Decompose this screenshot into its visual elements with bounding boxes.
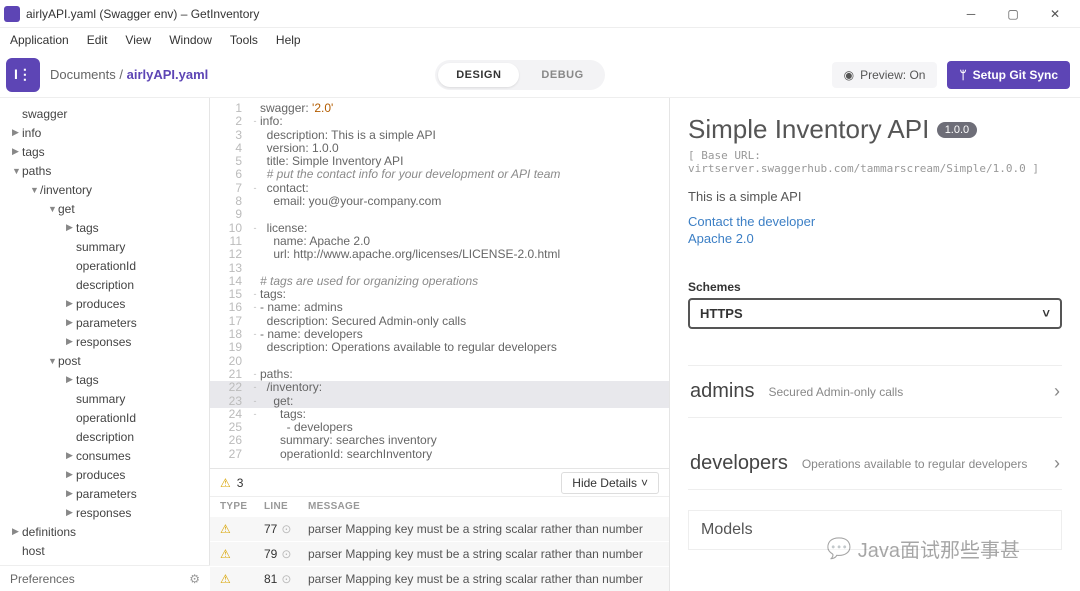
menu-help[interactable]: Help [268,31,309,49]
tree-host[interactable]: host [0,541,209,560]
tree-tags[interactable]: ▶tags [0,370,209,389]
schemes-label: Schemes [688,280,1062,294]
tree-summary[interactable]: summary [0,389,209,408]
tree-responses[interactable]: ▶responses [0,332,209,351]
menu-tools[interactable]: Tools [222,31,266,49]
eye-icon: ◉ [844,68,854,82]
mode-switch: DESIGN DEBUG [435,60,604,90]
tag-developers[interactable]: developersOperations available to regula… [688,438,1062,490]
breadcrumb-sep: / [119,67,123,82]
scheme-select[interactable]: HTTPS ˅ [688,298,1062,329]
menu-application[interactable]: Application [2,31,77,49]
preview-toggle[interactable]: ◉ Preview: On [832,62,938,88]
license-link[interactable]: Apache 2.0 [688,231,1062,246]
code-editor[interactable]: 1swagger: '2.0'2-info:3 description: Thi… [210,98,669,468]
tree-tags[interactable]: ▶tags [0,218,209,237]
tree-parameters[interactable]: ▶parameters [0,484,209,503]
gear-icon: ⚙ [189,572,200,586]
sidebar: swagger▶info▶tags▼paths▼/inventory▼get▶t… [0,98,210,591]
menu-edit[interactable]: Edit [79,31,116,49]
tag-admins[interactable]: adminsSecured Admin-only calls› [688,365,1062,418]
contact-link[interactable]: Contact the developer [688,214,1062,229]
tree-description[interactable]: description [0,427,209,446]
toolbar: I⋮ Documents / airlyAPI.yaml DESIGN DEBU… [0,52,1080,98]
titlebar: airlyAPI.yaml (Swagger env) – GetInvento… [0,0,1080,28]
problems-header: TYPE LINE MESSAGE [210,496,669,516]
breadcrumb-current[interactable]: airlyAPI.yaml [127,67,209,82]
chevron-down-icon: ˅ [641,476,648,490]
setup-git-button[interactable]: ᛘ Setup Git Sync [947,61,1070,89]
maximize-button[interactable]: ▢ [992,0,1034,28]
tree-parameters[interactable]: ▶parameters [0,313,209,332]
app-icon [4,6,20,22]
tree-swagger[interactable]: swagger [0,104,209,123]
tree-operationId[interactable]: operationId [0,408,209,427]
tree-consumes[interactable]: ▶consumes [0,446,209,465]
tree-get[interactable]: ▼get [0,199,209,218]
breadcrumb-root[interactable]: Documents [50,67,116,82]
tree-description[interactable]: description [0,275,209,294]
menubar: ApplicationEditViewWindowToolsHelp [0,28,1080,52]
tree-paths[interactable]: ▼paths [0,161,209,180]
preview-pane: Simple Inventory API 1.0.0 [ Base URL: v… [670,98,1080,591]
tree-produces[interactable]: ▶produces [0,294,209,313]
problem-row[interactable]: ⚠77 ⊙parser Mapping key must be a string… [210,516,669,541]
debug-tab[interactable]: DEBUG [523,63,601,87]
minimize-button[interactable]: ─ [950,0,992,28]
problem-row[interactable]: ⚠79 ⊙parser Mapping key must be a string… [210,541,669,566]
chevron-down-icon: ˅ [1042,306,1050,321]
tree-operationId[interactable]: operationId [0,256,209,275]
base-url: [ Base URL: virtserver.swaggerhub.com/ta… [688,149,1062,175]
preferences-button[interactable]: Preferences ⚙ [0,565,210,591]
branch-icon: ᛘ [959,68,966,82]
tree-info[interactable]: ▶info [0,123,209,142]
api-description: This is a simple API [688,189,1062,204]
tree-responses[interactable]: ▶responses [0,503,209,522]
editor-pane: 1swagger: '2.0'2-info:3 description: Thi… [210,98,670,591]
tree-produces[interactable]: ▶produces [0,465,209,484]
brand-logo[interactable]: I⋮ [6,58,40,92]
tree-tags[interactable]: ▶tags [0,142,209,161]
tree-definitions[interactable]: ▶definitions [0,522,209,541]
menu-window[interactable]: Window [161,31,220,49]
menu-view[interactable]: View [117,31,159,49]
models-section[interactable]: Models [688,510,1062,550]
warning-icon: ⚠ [220,476,231,490]
tree-inventory[interactable]: ▼/inventory [0,180,209,199]
breadcrumb[interactable]: Documents / airlyAPI.yaml [50,67,208,82]
api-title: Simple Inventory API [688,114,929,144]
outline-tree: swagger▶info▶tags▼paths▼/inventory▼get▶t… [0,104,209,560]
design-tab[interactable]: DESIGN [438,63,519,87]
window-title: airlyAPI.yaml (Swagger env) – GetInvento… [26,7,950,21]
problems-count: 3 [237,476,244,490]
problem-row[interactable]: ⚠81 ⊙parser Mapping key must be a string… [210,566,669,591]
tree-post[interactable]: ▼post [0,351,209,370]
problems-bar[interactable]: ⚠ 3 Hide Details ˅ [210,468,669,496]
tree-summary[interactable]: summary [0,237,209,256]
version-badge: 1.0.0 [937,122,977,138]
hide-details-button[interactable]: Hide Details ˅ [561,472,659,494]
close-button[interactable]: ✕ [1034,0,1076,28]
